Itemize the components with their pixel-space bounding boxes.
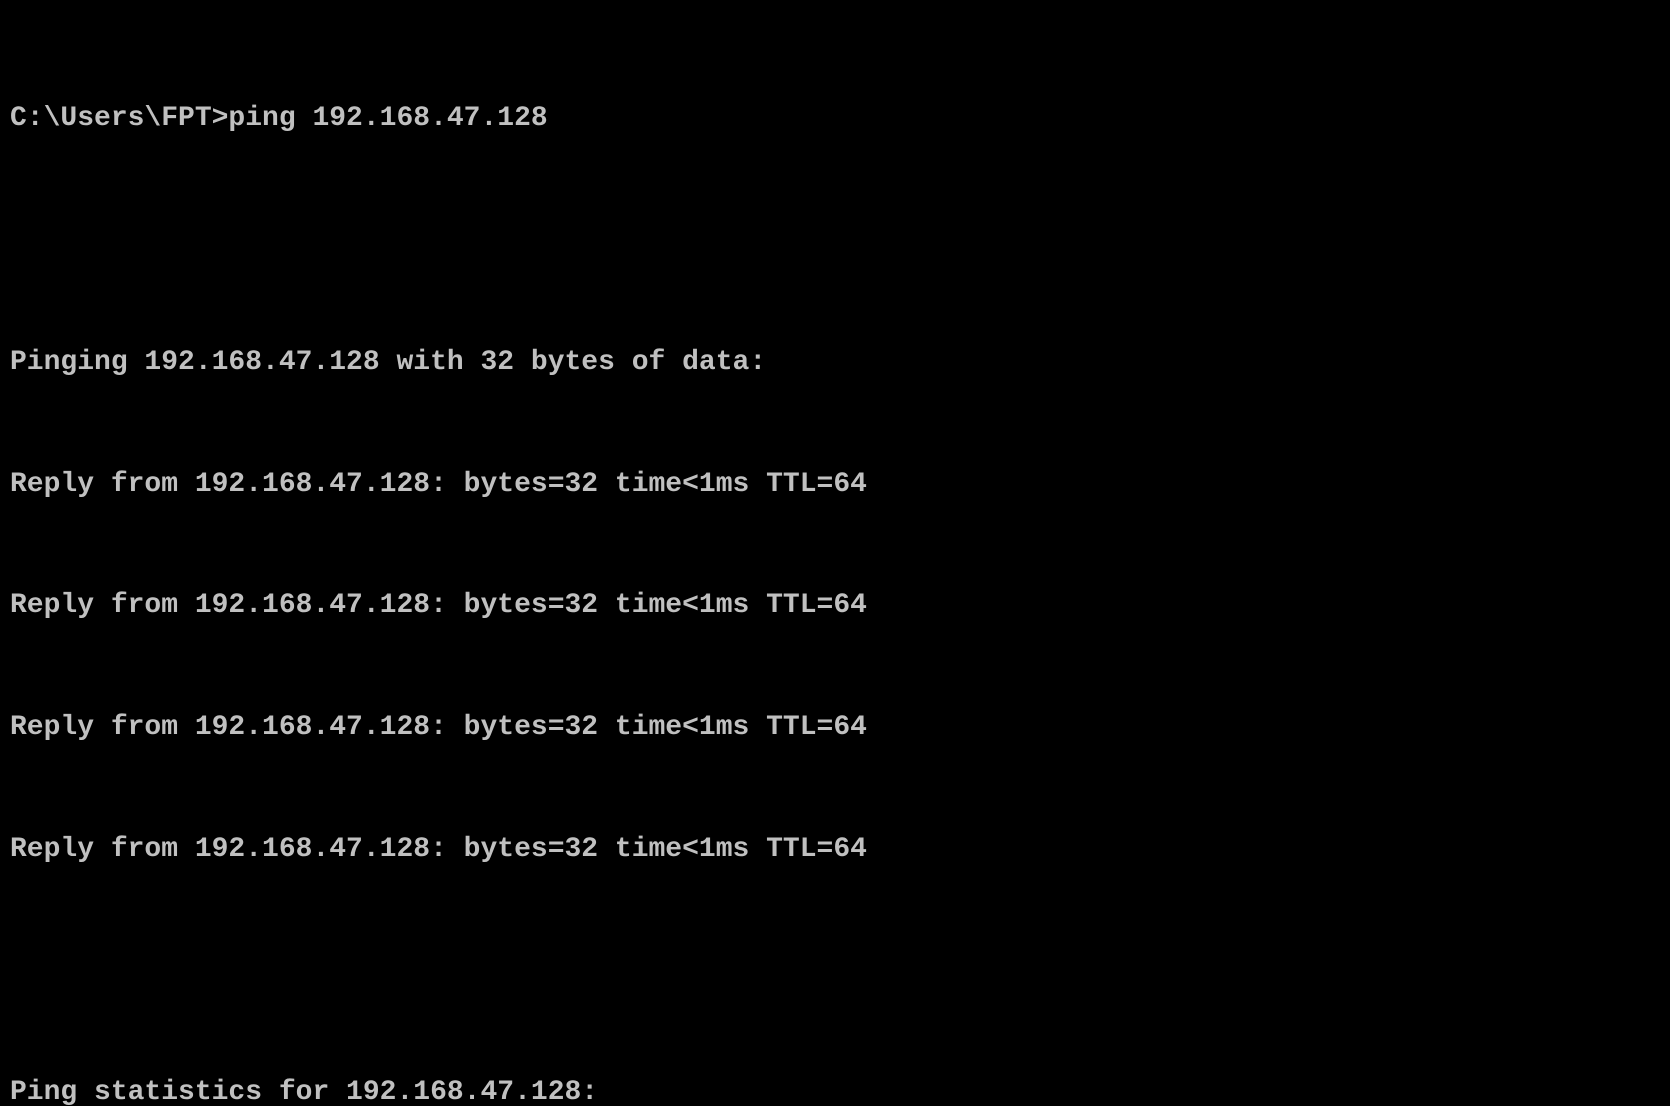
- terminal-window: C:\Users\FPT>ping 192.168.47.128 Pinging…: [0, 0, 1670, 553]
- reply-line-2: Reply from 192.168.47.128: bytes=32 time…: [10, 586, 1660, 627]
- reply-line-4: Reply from 192.168.47.128: bytes=32 time…: [10, 830, 1660, 871]
- reply-line-3: Reply from 192.168.47.128: bytes=32 time…: [10, 708, 1660, 749]
- stats-header-line: Ping statistics for 192.168.47.128:: [10, 1073, 1660, 1106]
- blank-line-1: [10, 221, 1660, 262]
- reply-line-1: Reply from 192.168.47.128: bytes=32 time…: [10, 465, 1660, 506]
- command-line: C:\Users\FPT>ping 192.168.47.128: [10, 99, 1660, 140]
- pinging-line: Pinging 192.168.47.128 with 32 bytes of …: [10, 343, 1660, 384]
- blank-line-2: [10, 952, 1660, 993]
